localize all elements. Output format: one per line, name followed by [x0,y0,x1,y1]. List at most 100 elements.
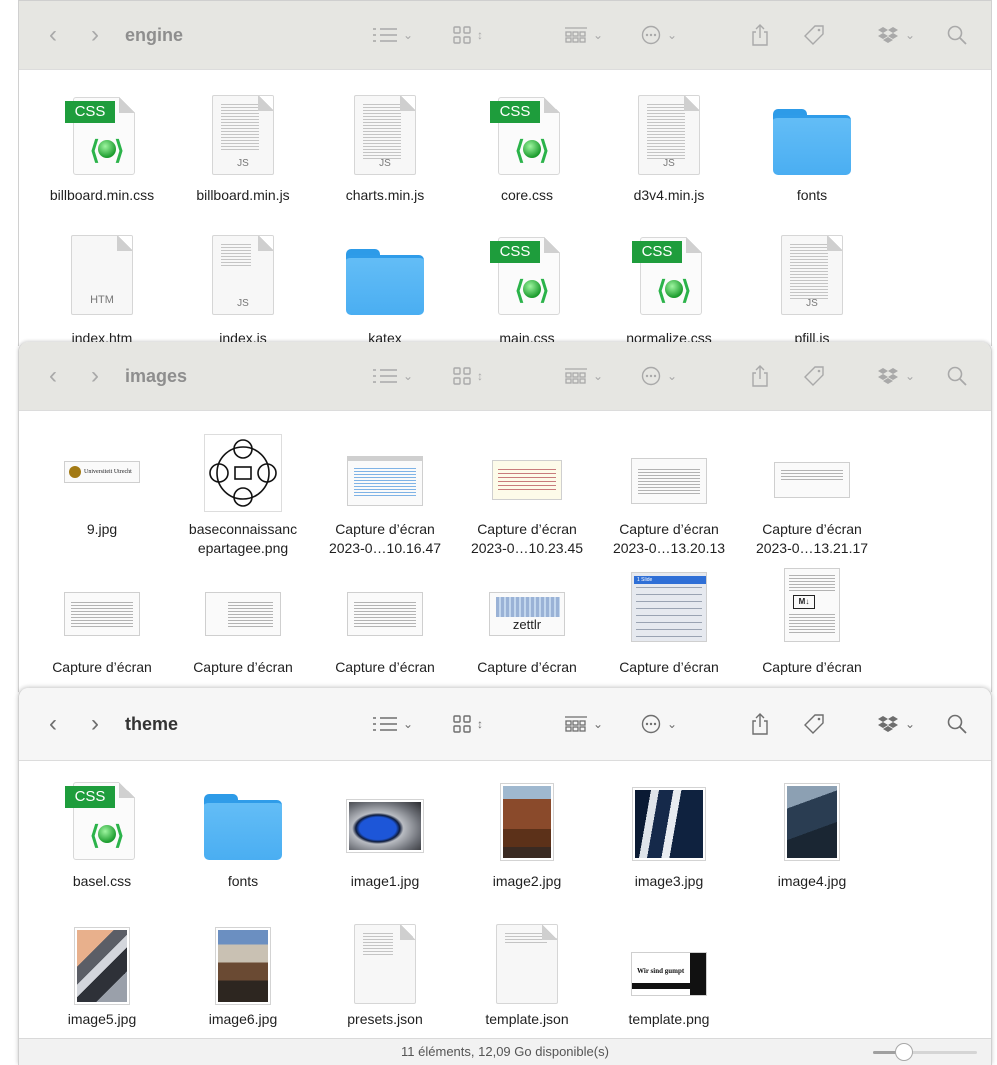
screenshot-thumbnail [347,456,423,506]
list-view-button[interactable]: ⌄ [373,368,413,384]
icon-size-slider[interactable] [873,1043,977,1061]
status-bar: 11 éléments, 12,09 Go disponible(s) [19,1038,991,1065]
htm-file-icon: HTM [71,235,133,315]
list-view-icon [373,369,397,383]
share-button[interactable] [751,365,769,387]
window-title: engine [125,24,184,45]
share-button[interactable] [751,713,769,735]
icon-view-button[interactable]: ↕ [453,367,483,385]
list-view-button[interactable]: ⌄ [373,716,413,732]
css-file-icon: CSS ⟨ ⟩ [632,237,706,315]
dropbox-button[interactable]: ⌄ [877,367,915,385]
json-file-icon [354,924,416,1004]
template-thumbnail: Wir sind gumpt [631,952,707,996]
tag-button[interactable] [803,365,825,387]
search-icon [947,25,967,45]
toolbar: ‹ › images ⌄ ↕ ⌄ ⌄ ⌄ [19,342,991,411]
folder-icon [773,109,851,175]
dropbox-button[interactable]: ⌄ [877,26,915,44]
screenshot-thumbnail [205,592,281,636]
css-file-icon: CSS ⟨ ⟩ [490,97,564,175]
finder-window-engine: ‹ › engine ⌄ ↕ ⌄ ⌄ ⌄ CSS ⟨ ⟩ billboard.mi… [18,0,992,346]
forward-button[interactable]: › [83,23,107,47]
document-thumbnail: M↓ [784,568,840,642]
group-button[interactable]: ⌄ [565,26,603,44]
action-button[interactable]: ⌄ [641,714,677,734]
back-button[interactable]: ‹ [41,23,65,47]
back-button[interactable]: ‹ [41,712,65,736]
share-button[interactable] [751,24,769,46]
group-icon [565,368,587,384]
search-button[interactable] [947,714,967,734]
group-icon [565,716,587,732]
finder-window-theme: ‹ › theme ⌄ ↕ ⌄ ⌄ ⌄ CSS ⟨ ⟩ basel.css fon… [18,688,992,1065]
action-button[interactable]: ⌄ [641,25,677,45]
dropbox-icon [878,716,898,732]
grid-view-icon [453,26,471,44]
icon-view-button[interactable]: ↕ [453,715,483,733]
dropbox-button[interactable]: ⌄ [877,715,915,733]
js-file-icon: JS [354,95,416,175]
share-icon [752,365,768,387]
js-file-icon: JS [638,95,700,175]
share-icon [752,24,768,46]
search-icon [947,714,967,734]
group-icon [565,27,587,43]
tag-icon [804,25,824,45]
share-icon [752,713,768,735]
image-thumbnail [785,784,839,860]
list-view-icon [373,28,397,42]
group-button[interactable]: ⌄ [565,715,603,733]
forward-button[interactable]: › [83,712,107,736]
forward-button[interactable]: › [83,364,107,388]
dropbox-icon [878,27,898,43]
css-file-icon: CSS ⟨ ⟩ [65,97,139,175]
folder-icon [204,794,282,860]
more-icon [641,714,661,734]
more-icon [641,366,661,386]
screenshot-thumbnail [492,460,562,500]
js-file-icon: JS [212,235,274,315]
json-file-icon [496,924,558,1004]
screenshot-thumbnail [64,592,140,636]
icon-view-button[interactable]: ↕ [453,26,483,44]
tag-button[interactable] [803,713,825,735]
list-view-button[interactable]: ⌄ [373,27,413,43]
toolbar: ‹ › engine ⌄ ↕ ⌄ ⌄ ⌄ [19,1,991,70]
screenshot-thumbnail [774,462,850,498]
search-icon [947,366,967,386]
finder-window-images: ‹ › images ⌄ ↕ ⌄ ⌄ ⌄ Universiteit Utrech… [18,342,992,692]
search-button[interactable] [947,25,967,45]
tag-icon [804,366,824,386]
image-thumbnail [501,784,553,860]
grid-view-icon [453,715,471,733]
image-thumbnail [347,800,423,852]
tag-button[interactable] [803,24,825,46]
css-file-icon: CSS ⟨ ⟩ [490,237,564,315]
group-button[interactable]: ⌄ [565,367,603,385]
search-button[interactable] [947,366,967,386]
image-thumbnail [633,788,705,860]
more-icon [641,25,661,45]
action-button[interactable]: ⌄ [641,366,677,386]
folder-icon [346,249,424,315]
slider-knob[interactable] [894,1043,913,1061]
screenshot-thumbnail [631,458,707,504]
back-button[interactable]: ‹ [41,364,65,388]
network-diagram-thumbnail [204,434,282,512]
grid-view-icon [453,367,471,385]
screenshot-thumbnail [347,592,423,636]
image-thumbnail [216,928,270,1004]
image-thumbnail: Universiteit Utrecht [64,461,140,483]
tag-icon [804,714,824,734]
css-file-icon: CSS ⟨ ⟩ [65,782,139,860]
menu-screenshot-thumbnail: 1 Slide [631,572,707,642]
js-file-icon: JS [212,95,274,175]
dropbox-icon [878,368,898,384]
word-cloud-thumbnail: zettlr [489,592,565,636]
status-text: 11 éléments, 12,09 Go disponible(s) [401,1044,609,1059]
window-title: images [125,365,188,386]
toolbar: ‹ › theme ⌄ ↕ ⌄ ⌄ ⌄ [19,688,991,761]
list-view-icon [373,717,397,731]
image-thumbnail [75,928,129,1004]
